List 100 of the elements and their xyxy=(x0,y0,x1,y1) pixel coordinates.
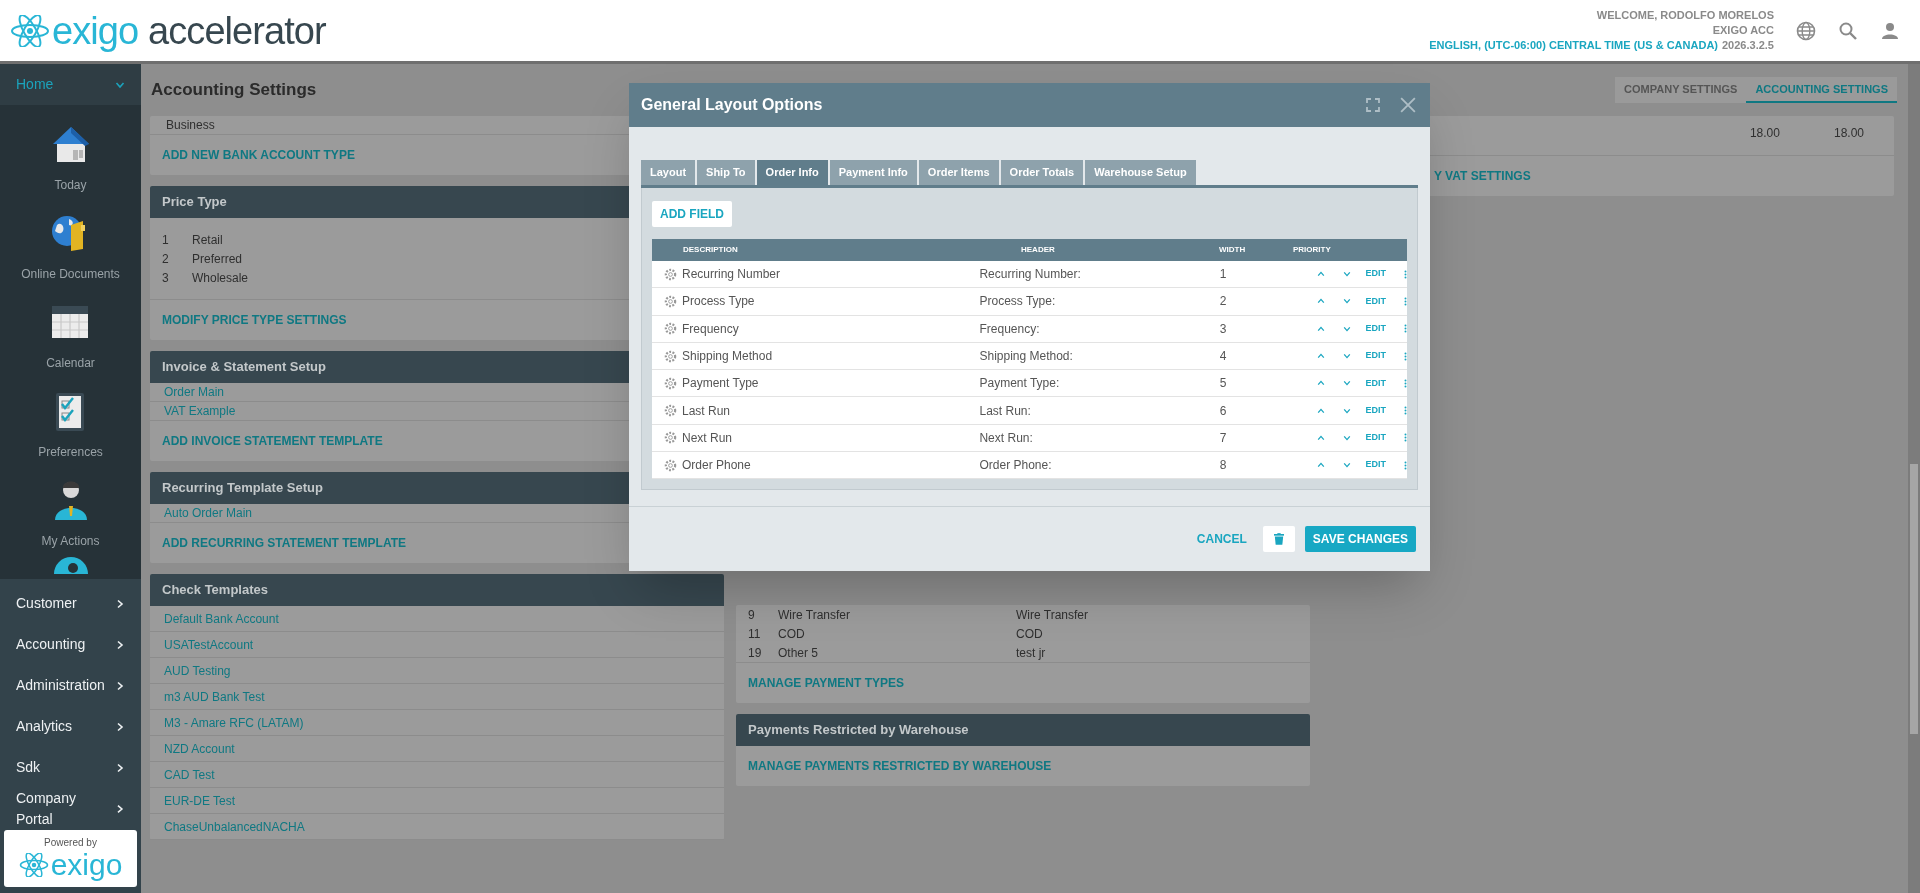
move-down-icon[interactable] xyxy=(1343,433,1352,442)
nav-item[interactable]: Administration xyxy=(0,665,141,706)
move-down-icon[interactable] xyxy=(1343,270,1352,279)
dialog-tab[interactable]: Order Info xyxy=(756,160,828,185)
move-up-icon[interactable] xyxy=(1317,379,1326,388)
app-logo[interactable]: exigo accelerator xyxy=(10,11,326,50)
save-changes-button[interactable]: SAVE CHANGES xyxy=(1304,526,1416,553)
template-link[interactable]: EUR-DE Test xyxy=(164,791,236,810)
move-up-icon[interactable] xyxy=(1317,270,1326,279)
edit-link[interactable]: EDIT xyxy=(1365,458,1386,472)
more-options-icon[interactable] xyxy=(1404,406,1407,416)
gear-icon[interactable] xyxy=(664,322,677,336)
table-cell-text: Order Phone xyxy=(682,457,751,475)
template-link[interactable]: Auto Order Main xyxy=(164,504,253,522)
more-options-icon[interactable] xyxy=(1404,378,1407,388)
nav-item[interactable]: Analytics xyxy=(0,706,141,747)
dialog-tab[interactable]: Layout xyxy=(641,160,696,185)
view-tab[interactable]: ACCOUNTING SETTINGS xyxy=(1746,77,1897,103)
edit-link[interactable]: EDIT xyxy=(1365,376,1386,391)
action-link[interactable]: MANAGE PAYMENTS RESTRICTED BY WAREHOUSE xyxy=(748,757,1052,775)
move-down-icon[interactable] xyxy=(1343,406,1352,415)
action-link[interactable]: MANAGE PAYMENT TYPES xyxy=(748,674,905,692)
edit-link[interactable]: EDIT xyxy=(1365,322,1386,336)
edit-link[interactable]: EDIT xyxy=(1365,431,1386,445)
scrollbar[interactable] xyxy=(1908,64,1920,893)
add-field-button[interactable]: ADD FIELD xyxy=(652,201,732,227)
nav-item[interactable]: Customer xyxy=(0,583,141,624)
action-link[interactable]: ADD INVOICE STATEMENT TEMPLATE xyxy=(162,432,383,450)
gear-icon[interactable] xyxy=(664,404,677,418)
locale-link[interactable]: ENGLISH, (UTC-06:00) CENTRAL TIME (US & CANADA) xyxy=(1429,38,1718,53)
template-link[interactable]: ChaseUnbalancedNACHA xyxy=(164,817,305,836)
nav-item[interactable]: Accounting xyxy=(0,624,141,665)
dialog-tab[interactable]: Payment Info xyxy=(829,160,917,185)
gear-icon[interactable] xyxy=(664,431,677,445)
move-down-icon[interactable] xyxy=(1343,352,1352,361)
template-link[interactable]: USATestAccount xyxy=(164,635,254,654)
template-link[interactable]: m3 AUD Bank Test xyxy=(164,687,265,706)
gear-icon[interactable] xyxy=(664,376,677,390)
move-down-icon[interactable] xyxy=(1343,379,1352,388)
more-options-icon[interactable] xyxy=(1404,324,1407,334)
action-link[interactable]: Y VAT SETTINGS xyxy=(1434,167,1531,185)
nav-item[interactable]: Company Portal xyxy=(0,788,141,829)
edit-link[interactable]: EDIT xyxy=(1365,294,1386,309)
home-menu-button[interactable]: Home xyxy=(0,64,141,105)
atom-logo-icon xyxy=(10,14,50,47)
gear-icon[interactable] xyxy=(664,349,677,363)
move-down-icon[interactable] xyxy=(1343,461,1352,470)
move-down-icon[interactable] xyxy=(1343,324,1352,333)
template-link[interactable]: CAD Test xyxy=(164,765,215,784)
more-options-icon[interactable] xyxy=(1404,460,1407,470)
dialog-tab[interactable]: Ship To xyxy=(697,160,755,185)
dialog-tab[interactable]: Order Totals xyxy=(1000,160,1084,185)
table-cell-text: 1 xyxy=(1219,266,1228,284)
gear-icon[interactable] xyxy=(664,294,677,308)
action-link[interactable]: ADD NEW BANK ACCOUNT TYPE xyxy=(162,146,355,164)
chevron-right-icon xyxy=(115,680,125,691)
move-up-icon[interactable] xyxy=(1317,406,1326,415)
dialog-tab[interactable]: Warehouse Setup xyxy=(1085,160,1196,185)
action-link[interactable]: ADD RECURRING STATEMENT TEMPLATE xyxy=(162,534,406,552)
app-label[interactable]: Today xyxy=(54,176,87,194)
nav-item[interactable]: Sdk xyxy=(0,747,141,788)
more-options-icon[interactable] xyxy=(1404,433,1407,443)
edit-link[interactable]: EDIT xyxy=(1365,349,1386,363)
move-up-icon[interactable] xyxy=(1317,324,1326,333)
move-up-icon[interactable] xyxy=(1317,352,1326,361)
action-link[interactable]: MODIFY PRICE TYPE SETTINGS xyxy=(162,311,347,329)
move-down-icon[interactable] xyxy=(1343,297,1352,306)
gear-icon[interactable] xyxy=(664,267,677,281)
search-icon[interactable] xyxy=(1838,20,1858,41)
cancel-button[interactable]: CANCEL xyxy=(1190,526,1253,553)
app-label[interactable]: Online Documents xyxy=(21,265,120,283)
delete-button[interactable] xyxy=(1262,526,1295,553)
dialog-tab[interactable]: Order Items xyxy=(918,160,999,185)
template-link[interactable]: Default Bank Account xyxy=(164,609,279,628)
table-cell-text: 5 xyxy=(1219,375,1228,393)
view-tab[interactable]: COMPANY SETTINGS xyxy=(1615,77,1747,103)
app-label[interactable]: My Actions xyxy=(41,532,100,550)
edit-link[interactable]: EDIT xyxy=(1365,403,1386,418)
user-icon[interactable] xyxy=(1880,20,1900,41)
template-link[interactable]: M3 - Amare RFC (LATAM) xyxy=(164,713,304,732)
app-label[interactable]: Calendar xyxy=(46,354,95,372)
gear-icon[interactable] xyxy=(664,458,677,472)
more-options-icon[interactable] xyxy=(1404,269,1407,279)
more-options-icon[interactable] xyxy=(1404,351,1407,361)
template-link[interactable]: Order Main xyxy=(164,383,225,401)
edit-link[interactable]: EDIT xyxy=(1365,267,1386,281)
close-icon[interactable] xyxy=(1400,97,1416,113)
table-cell-text: Recurring Number xyxy=(682,266,781,284)
move-up-icon[interactable] xyxy=(1317,297,1326,306)
app-label[interactable]: Preferences xyxy=(38,443,103,461)
template-link[interactable]: VAT Example xyxy=(164,402,236,420)
powered-by-badge[interactable]: Powered by exigo xyxy=(4,830,137,887)
more-options-icon[interactable] xyxy=(1404,296,1407,306)
expand-icon[interactable] xyxy=(1366,98,1380,112)
chevron-right-icon xyxy=(115,639,125,650)
template-link[interactable]: AUD Testing xyxy=(164,661,231,680)
globe-icon[interactable] xyxy=(1796,20,1816,41)
template-link[interactable]: NZD Account xyxy=(164,739,235,758)
move-up-icon[interactable] xyxy=(1317,461,1326,470)
move-up-icon[interactable] xyxy=(1317,433,1326,442)
